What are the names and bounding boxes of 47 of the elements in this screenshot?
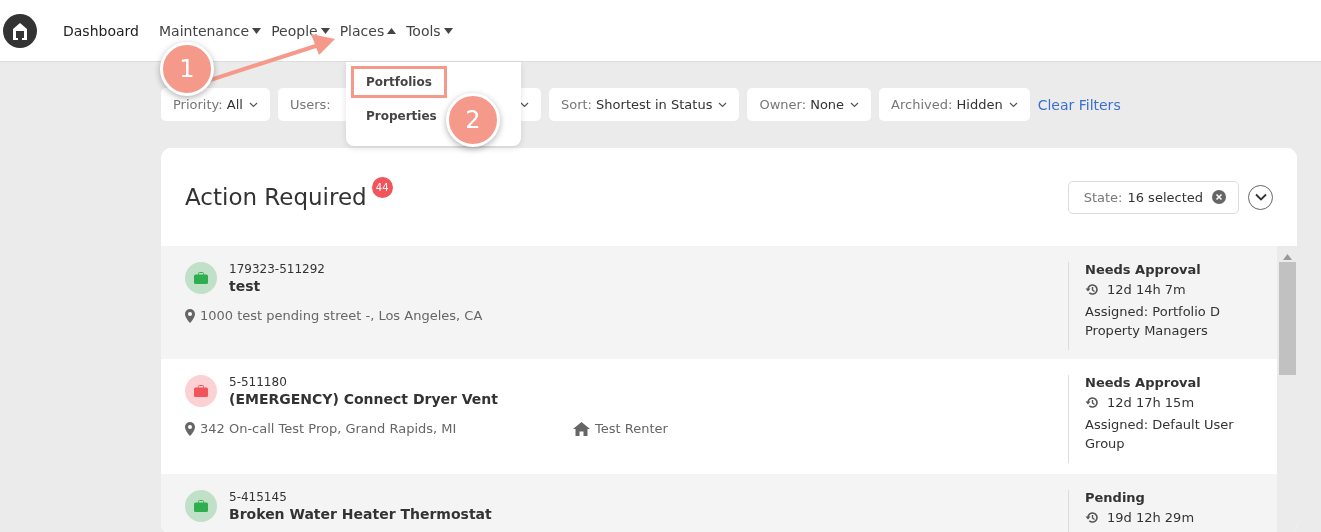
work-order-number: 5-511180 bbox=[229, 375, 288, 389]
scrollbar[interactable] bbox=[1277, 246, 1297, 532]
nav-link[interactable]: People bbox=[271, 22, 330, 39]
assignee-text: Assigned: Default User Group bbox=[1085, 416, 1235, 453]
filter-dropdown[interactable]: Archived: Hidden bbox=[879, 88, 1030, 121]
history-icon bbox=[1085, 511, 1099, 524]
elapsed-time: 12d 14h 7m bbox=[1107, 282, 1186, 297]
history-icon bbox=[1085, 283, 1099, 296]
filter-dropdown[interactable]: Sort: Shortest in Status bbox=[548, 88, 740, 121]
nav-link[interactable]: Dashboard bbox=[63, 22, 139, 39]
logo-icon[interactable] bbox=[3, 13, 37, 48]
chevron-icon bbox=[850, 101, 860, 108]
address-text: 342 On-call Test Prop, Grand Rapids, MI bbox=[200, 421, 457, 436]
menu-item[interactable]: Portfolios bbox=[351, 66, 447, 98]
location-pin-icon bbox=[185, 308, 195, 323]
state-filter[interactable]: State: 16 selected bbox=[1067, 180, 1239, 214]
chevron-icon bbox=[1254, 193, 1267, 201]
count-badge: 44 bbox=[371, 176, 393, 198]
tenant-name: Test Renter bbox=[595, 421, 668, 436]
chevron-icon bbox=[718, 101, 728, 108]
chevron-icon bbox=[1008, 101, 1018, 108]
clear-icon[interactable] bbox=[1212, 190, 1226, 204]
work-order-title[interactable]: test bbox=[229, 278, 325, 294]
work-order-title[interactable]: Broken Water Heater Thermostat bbox=[229, 506, 492, 522]
nav-link[interactable]: Tools bbox=[406, 22, 453, 39]
assignee-text: Assigned: Portfolio D Property Managers bbox=[1085, 303, 1221, 340]
nav-link[interactable]: Places bbox=[339, 22, 397, 39]
status-text: Pending bbox=[1085, 490, 1146, 505]
work-order-number: 5-415145 bbox=[229, 490, 288, 504]
work-order-number: 179323-511292 bbox=[229, 262, 325, 276]
nav-link[interactable]: Maintenance bbox=[158, 22, 262, 39]
status-text: Needs Approval bbox=[1085, 262, 1202, 277]
clear-filters-link[interactable]: Clear Filters bbox=[1037, 96, 1121, 113]
address-text: 1000 test pending street -, Los Angeles, CA bbox=[200, 308, 483, 323]
elapsed-time: 19d 12h 29m bbox=[1107, 510, 1195, 525]
history-icon bbox=[1085, 396, 1099, 409]
filter-dropdown[interactable]: Priority: All bbox=[161, 88, 270, 121]
house-icon bbox=[573, 421, 590, 436]
scrollbar-thumb[interactable] bbox=[1278, 262, 1296, 375]
panel-title: Action Required bbox=[185, 184, 367, 210]
collapse-button[interactable] bbox=[1248, 184, 1273, 210]
filter-dropdown[interactable]: Owner: None bbox=[747, 88, 872, 121]
location-pin-icon bbox=[185, 421, 195, 436]
work-order-title[interactable]: (EMERGENCY) Connect Dryer Vent bbox=[229, 391, 499, 407]
status-text: Needs Approval bbox=[1085, 375, 1202, 390]
chevron-icon bbox=[248, 101, 258, 108]
elapsed-time: 12d 17h 15m bbox=[1107, 395, 1195, 410]
